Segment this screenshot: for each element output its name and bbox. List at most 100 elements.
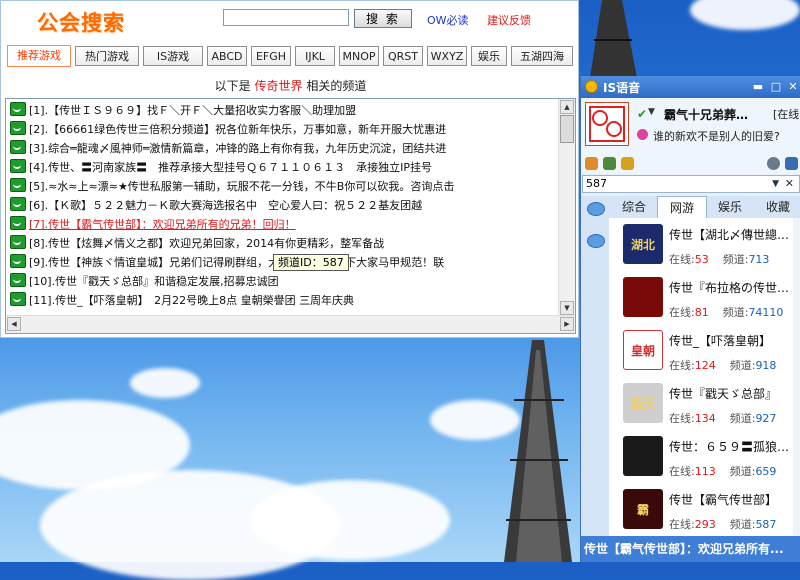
channel-list: [1].【传世ＩＳ９６９】找Ｆ＼开Ｆ＼大量招收实力客服＼助理加盟 [2].【66… bbox=[5, 98, 576, 334]
scroll-right-icon[interactable]: ▶ bbox=[560, 317, 574, 331]
channel-id-tooltip: 频道ID：587 bbox=[273, 254, 349, 271]
channel-name: 传世『戳天ゞ总部』 bbox=[669, 387, 778, 401]
channel-icon bbox=[10, 254, 26, 268]
side-panel bbox=[581, 196, 609, 536]
signature-icon bbox=[637, 129, 648, 140]
online-count: 124 bbox=[694, 359, 716, 372]
user-status: [在线 bbox=[773, 108, 800, 121]
tab-is-games[interactable]: IS游戏 bbox=[143, 46, 203, 66]
channel-avatar-text: 戳天 bbox=[630, 396, 655, 411]
channel-list-scrollbar[interactable] bbox=[793, 218, 800, 536]
message-icon[interactable] bbox=[587, 234, 605, 248]
channel-search-input[interactable]: 587 ▼ ✕ bbox=[582, 175, 800, 193]
is-channel-item[interactable]: 霸 传世【霸气传世部】 在线:293 频道:587 bbox=[609, 483, 800, 536]
channel-row[interactable]: [2].【66661绿色传世三倍积分频道】祝各位新年快乐，万事如意，新年开服大忧… bbox=[10, 121, 550, 139]
online-count: 81 bbox=[694, 306, 709, 319]
vertical-scrollbar[interactable]: ▲ ▼ bbox=[558, 99, 575, 316]
maximize-icon[interactable]: □ bbox=[769, 80, 783, 93]
channel-title: [2].【66661绿色传世三倍积分频道】祝各位新年快乐，万事如意，新年开服大忧… bbox=[29, 123, 447, 136]
tab-general[interactable]: 综合 bbox=[609, 196, 659, 218]
channel-row[interactable]: [4].传世、〓河南家族〓 推荐承接大型挂号Ｑ６７１１０６１３ 承接独立IP挂号 bbox=[10, 159, 550, 177]
channel-row[interactable]: [3].综合═龍魂〆風神师═激情新篇章，冲锋的路上有你有我，九年历史沉淀，团结共… bbox=[10, 140, 550, 158]
subtitle-suffix: 相关的频道 bbox=[306, 79, 367, 93]
online-check-icon[interactable]: ✔ bbox=[637, 107, 647, 121]
channel-id-label: 频道: bbox=[722, 253, 749, 266]
channel-meta: 在线:134 频道:927 bbox=[669, 410, 776, 426]
scroll-down-icon[interactable]: ▼ bbox=[560, 301, 574, 315]
is-channel-item[interactable]: 传世『布拉格の传世… 在线:81 频道:74110 bbox=[609, 271, 800, 324]
is-logo-icon bbox=[585, 80, 598, 93]
tab-favorites[interactable]: 收藏 bbox=[753, 196, 800, 218]
tab-entertainment[interactable]: 娱乐 bbox=[471, 46, 507, 66]
tab-five-lakes[interactable]: 五湖四海 bbox=[511, 46, 573, 66]
tower-image bbox=[504, 340, 572, 562]
search-button[interactable]: 搜 索 bbox=[354, 9, 412, 28]
tab-mnop[interactable]: MNOP bbox=[339, 46, 379, 66]
tab-ijkl[interactable]: IJKL bbox=[295, 46, 335, 66]
guild-search-window: 公会搜索 搜 索 OW必读 建议反馈 推荐游戏 热门游戏 IS游戏 ABCD E… bbox=[0, 0, 579, 338]
tab-abcd[interactable]: ABCD bbox=[207, 46, 247, 66]
scroll-left-icon[interactable]: ◀ bbox=[7, 317, 21, 331]
channel-title: [10].传世『戳天ゞ总部』和谐稳定发展,招募忠诚团 bbox=[29, 275, 279, 288]
tab-qrst[interactable]: QRST bbox=[383, 46, 423, 66]
background-cloud bbox=[250, 480, 450, 560]
online-label: 在线: bbox=[669, 359, 695, 372]
is-voice-window: IS语音 ▬ □ ✕ ✔ ▼ 霸气十兄弟葬… [在线 谁的新欢不是别人的旧爱? … bbox=[580, 76, 800, 562]
close-icon[interactable]: ✕ bbox=[786, 80, 800, 93]
is-channel-item[interactable]: 戳天 传世『戳天ゞ总部』 在线:134 频道:927 bbox=[609, 377, 800, 430]
is-channel-item[interactable]: 传世：６５９〓孤狼… 在线:113 频道:659 bbox=[609, 430, 800, 483]
channel-id-label: 频道: bbox=[729, 465, 756, 478]
online-count: 113 bbox=[694, 465, 716, 478]
game-icon[interactable] bbox=[603, 157, 616, 170]
user-profile: ✔ ▼ 霸气十兄弟葬… [在线 谁的新欢不是别人的旧爱? bbox=[581, 98, 800, 154]
channel-row[interactable]: [11].传世_【吓落皇朝】 2月22号晚上8点 皇朝榮譽团 三周年庆典 bbox=[10, 292, 550, 310]
is-toolbar bbox=[581, 154, 800, 174]
clear-icon[interactable]: ✕ bbox=[785, 176, 794, 192]
channel-avatar: 皇朝 bbox=[623, 330, 663, 370]
is-channel-list: 湖北 传世【湖北〆傳世總… 在线:53 频道:713 传世『布拉格の传世… 在线:81 … bbox=[609, 218, 800, 536]
channel-title: [9].传世【神族ヾ情谊皇城】兄弟们记得刷群组，大家好，请注意下大家马甲规范！联 bbox=[29, 256, 445, 269]
search-input[interactable] bbox=[223, 9, 349, 26]
channel-name: 传世【霸气传世部】 bbox=[669, 493, 778, 507]
user-nickname: 霸气十兄弟葬… bbox=[664, 108, 749, 122]
tab-efgh[interactable]: EFGH bbox=[251, 46, 291, 66]
home-icon[interactable] bbox=[585, 157, 598, 170]
is-channel-item[interactable]: 湖北 传世【湖北〆傳世總… 在线:53 频道:713 bbox=[609, 218, 800, 271]
user-signature[interactable]: 谁的新欢不是别人的旧爱? bbox=[653, 128, 780, 144]
wallet-icon[interactable] bbox=[621, 157, 634, 170]
tab-entertainment[interactable]: 娱乐 bbox=[705, 196, 755, 218]
tab-wxyz[interactable]: WXYZ bbox=[427, 46, 467, 66]
chat-bubble-icon[interactable] bbox=[587, 202, 605, 216]
scroll-thumb[interactable] bbox=[560, 115, 574, 143]
tab-online-games[interactable]: 网游 bbox=[657, 196, 707, 218]
avatar[interactable] bbox=[585, 102, 629, 146]
channel-title: [7].传世【霸气传世部】：欢迎兄弟所有的兄弟！回归！ bbox=[29, 218, 296, 231]
minimize-icon[interactable]: ▬ bbox=[751, 80, 765, 93]
online-label: 在线: bbox=[669, 518, 695, 531]
feedback-link[interactable]: 建议反馈 bbox=[487, 12, 531, 28]
is-channel-item[interactable]: 皇朝 传世_【吓落皇朝】 在线:124 频道:918 bbox=[609, 324, 800, 377]
channel-row[interactable]: [5].≈水≈上≈漂≈★传世私服第一辅助，玩服不花一分钱，不牛B你可以砍我。咨询… bbox=[10, 178, 550, 196]
tab-hot[interactable]: 热门游戏 bbox=[75, 46, 139, 66]
channel-row[interactable]: [6].【Ｋ歌】５２２魅力－Ｋ歌大赛海选报名中 空心爱人曰：祝５２２基友团越 bbox=[10, 197, 550, 215]
background-cloud bbox=[130, 368, 200, 398]
gear-icon[interactable] bbox=[767, 157, 780, 170]
chevron-down-icon[interactable]: ▼ bbox=[772, 176, 779, 192]
tab-recommended[interactable]: 推荐游戏 bbox=[7, 45, 71, 67]
chevron-down-icon[interactable]: ▼ bbox=[648, 107, 655, 117]
ow-guide-link[interactable]: OW必读 bbox=[427, 12, 469, 28]
channel-name: 传世『布拉格の传世… bbox=[669, 281, 790, 295]
scroll-up-icon[interactable]: ▲ bbox=[560, 100, 574, 114]
channel-row[interactable]: [10].传世『戳天ゞ总部』和谐稳定发展,招募忠诚团 bbox=[10, 273, 550, 291]
channel-icon bbox=[10, 235, 26, 249]
online-count: 293 bbox=[694, 518, 716, 531]
channel-row[interactable]: [1].【传世ＩＳ９６９】找Ｆ＼开Ｆ＼大量招收实力客服＼助理加盟 bbox=[10, 102, 550, 120]
channel-row[interactable]: [7].传世【霸气传世部】：欢迎兄弟所有的兄弟！回归！ bbox=[10, 216, 550, 234]
horizontal-scrollbar[interactable]: ◀ ▶ bbox=[6, 315, 575, 333]
user-icon[interactable] bbox=[785, 157, 798, 170]
channel-icon bbox=[10, 273, 26, 287]
is-titlebar[interactable]: IS语音 ▬ □ ✕ bbox=[581, 76, 800, 98]
channel-row[interactable]: [8].传世【炫舞〆情义之都】欢迎兄弟回家，2014有你更精彩，整军备战 bbox=[10, 235, 550, 253]
subtitle-game: 传奇世界 bbox=[254, 79, 303, 93]
result-subtitle: 以下是 传奇世界 相关的频道 bbox=[1, 77, 580, 94]
